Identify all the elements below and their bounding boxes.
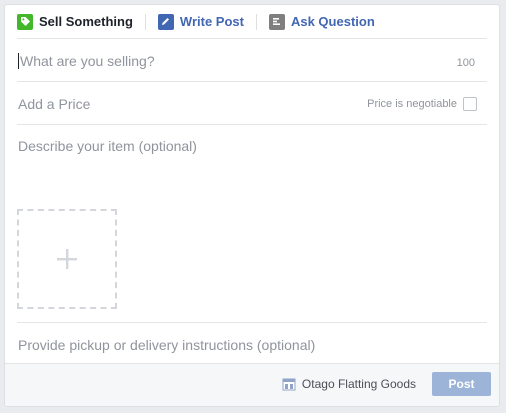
composer-tabs: Sell Something Write Post Ask Question (5, 5, 499, 38)
negotiable-option[interactable]: Price is negotiable (367, 97, 477, 111)
tab-ask-question-label: Ask Question (290, 14, 375, 29)
plus-icon (57, 249, 77, 269)
pencil-icon (157, 13, 174, 30)
poll-icon (268, 13, 285, 30)
composer-footer: Otago Flatting Goods Post (5, 363, 499, 406)
description-input[interactable]: Describe your item (optional) (18, 138, 197, 154)
divider (17, 38, 487, 39)
tab-write-post[interactable]: Write Post (157, 5, 244, 38)
divider (17, 124, 487, 125)
tab-divider (255, 13, 257, 30)
add-photo-button[interactable] (17, 209, 117, 309)
negotiable-checkbox[interactable] (463, 97, 477, 111)
pickup-instructions-input[interactable]: Provide pickup or delivery instructions … (18, 337, 315, 353)
divider (17, 322, 487, 323)
price-placeholder: Add a Price (18, 96, 91, 112)
tab-write-post-label: Write Post (179, 14, 244, 29)
tab-divider (144, 13, 146, 30)
page-selector[interactable]: Otago Flatting Goods (282, 377, 416, 391)
post-button[interactable]: Post (432, 372, 491, 396)
item-title-input[interactable]: What are you selling? (18, 53, 155, 69)
text-cursor (18, 53, 19, 69)
tab-sell-something-label: Sell Something (39, 14, 133, 29)
char-counter: 100 (456, 57, 475, 69)
page-name: Otago Flatting Goods (301, 377, 416, 391)
item-title-placeholder: What are you selling? (20, 53, 155, 69)
negotiable-label: Price is negotiable (367, 98, 457, 110)
tab-sell-something[interactable]: Sell Something (17, 5, 133, 38)
pickup-placeholder: Provide pickup or delivery instructions … (18, 337, 316, 353)
composer-card: Sell Something Write Post Ask Question W… (4, 4, 500, 407)
description-placeholder: Describe your item (optional) (18, 138, 197, 154)
tag-icon (17, 13, 33, 30)
page-icon (282, 378, 296, 390)
tab-ask-question[interactable]: Ask Question (268, 5, 375, 38)
price-input[interactable]: Add a Price (18, 96, 90, 112)
divider (17, 81, 487, 82)
